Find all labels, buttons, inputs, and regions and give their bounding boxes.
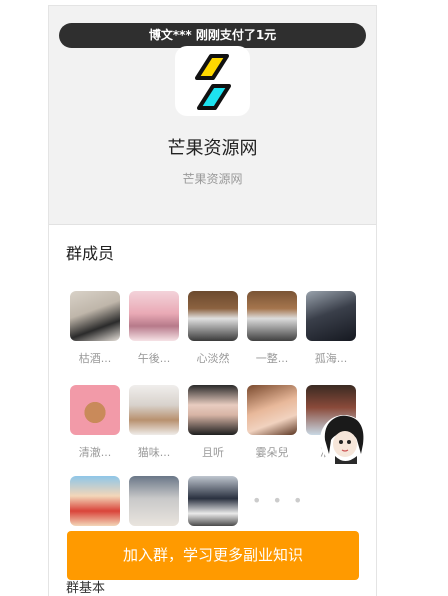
member-item[interactable]: 心淡然 <box>187 291 239 366</box>
member-name: 猫味... <box>137 446 171 459</box>
member-name: 心淡然 <box>196 352 230 365</box>
group-page: 博文*** 刚刚支付了1元 芒果资源网 芒果资源网 群成员 枯酒... 午後..… <box>48 5 377 596</box>
member-avatar <box>70 476 120 526</box>
lightning-logo-icon <box>195 54 231 110</box>
member-item[interactable]: 孤海... <box>305 291 357 366</box>
more-members-indicator[interactable]: • • • <box>252 491 305 510</box>
member-avatar <box>188 385 238 435</box>
group-name: 芒果资源网 <box>167 138 258 159</box>
join-group-button[interactable]: 加入群，学习更多副业知识 <box>67 531 359 580</box>
member-item[interactable]: 清澈... <box>69 385 121 460</box>
cartoon-girl-icon <box>320 415 368 465</box>
member-name: 一整... <box>255 352 289 365</box>
member-name: 霎朵兒 <box>255 446 289 459</box>
member-name: 孤海... <box>314 352 348 365</box>
floating-avatar-widget[interactable] <box>317 410 369 466</box>
member-avatar <box>306 291 356 341</box>
member-avatar <box>188 291 238 341</box>
member-name: 午後... <box>137 352 171 365</box>
member-item[interactable]: 且听 <box>187 385 239 460</box>
member-item[interactable]: 午後... <box>128 291 180 366</box>
member-item[interactable]: 一整... <box>246 291 298 366</box>
member-avatar <box>129 385 179 435</box>
member-name: 枯酒... <box>78 352 112 365</box>
member-avatar <box>70 291 120 341</box>
member-avatar <box>188 476 238 526</box>
group-logo <box>175 46 250 116</box>
group-header: 博文*** 刚刚支付了1元 芒果资源网 芒果资源网 <box>49 6 376 225</box>
member-avatar <box>129 291 179 341</box>
members-section-title: 群成员 <box>66 244 115 263</box>
member-item[interactable] <box>128 476 180 526</box>
member-item[interactable]: 枯酒... <box>69 291 121 366</box>
member-item[interactable] <box>187 476 239 526</box>
member-name: 且听 <box>202 446 224 459</box>
member-avatar <box>129 476 179 526</box>
member-avatar <box>70 385 120 435</box>
member-avatar <box>247 385 297 435</box>
member-name: 清澈... <box>78 446 112 459</box>
member-avatar <box>247 291 297 341</box>
payment-ticker: 博文*** 刚刚支付了1元 <box>59 23 366 48</box>
member-item[interactable]: 霎朵兒 <box>246 385 298 460</box>
member-item[interactable] <box>69 476 121 526</box>
member-item[interactable]: 猫味... <box>128 385 180 460</box>
group-subtitle: 芒果资源网 <box>182 172 243 186</box>
